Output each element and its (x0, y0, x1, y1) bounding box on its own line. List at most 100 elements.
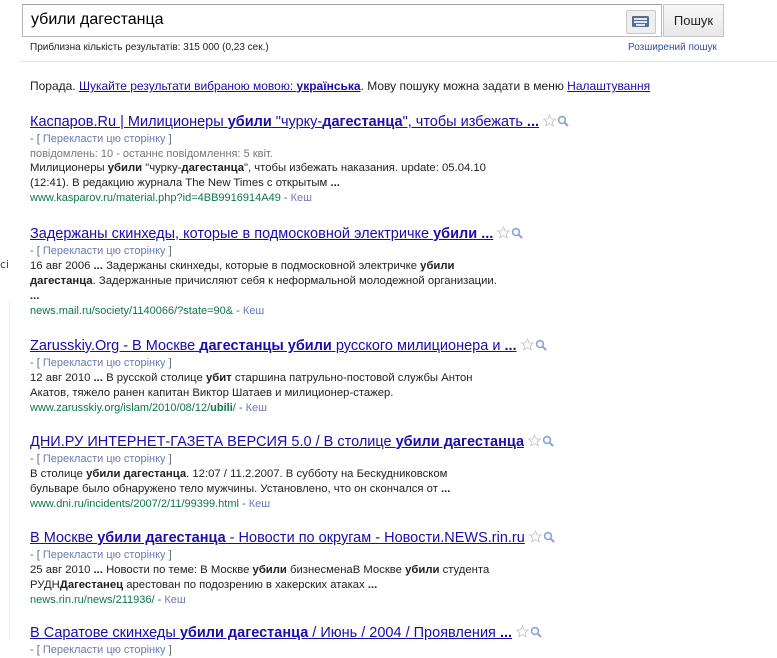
star-icon[interactable] (515, 624, 530, 638)
translate-dash: - [ (30, 357, 43, 369)
search-query[interactable]: убили дагестанца (31, 11, 164, 29)
bold-term[interactable]: дагестанца (322, 114, 402, 130)
tip-prefix: Порада. (30, 79, 79, 93)
result-url: news.mail.ru/society/1140066/?state=90& … (30, 304, 730, 319)
bold-term[interactable]: убили дагестанца (396, 434, 524, 450)
search-result: ДНИ.РУ ИНТЕРНЕТ-ГАЗЕТА ВЕРСИЯ 5.0 / В ст… (30, 433, 730, 512)
bold-term[interactable]: ... (500, 625, 512, 641)
text-run: арестован по подозрению в хакерских атак… (123, 579, 368, 591)
result-snippet-line: дагестанца. Задержанные причисляют себя … (30, 274, 570, 289)
translate-link[interactable]: Перекласти цю сторінку (43, 133, 166, 145)
result-title-link[interactable]: Задержаны скинхеды, которые в подмосковн… (30, 226, 493, 242)
star-icon[interactable] (528, 529, 543, 543)
result-title: В Москве убили дагестанца - Новости по о… (30, 529, 730, 547)
text-run[interactable]: В Москве (30, 530, 97, 546)
translate-bracket: ] (165, 245, 172, 257)
text-run[interactable]: русского милиционера и (332, 338, 505, 354)
magnifier-icon[interactable] (543, 530, 555, 543)
magnifier-icon[interactable] (535, 338, 547, 351)
translate-link[interactable]: Перекласти цю сторінку (43, 644, 166, 656)
text-run: Новости по теме: В Москве (102, 564, 253, 576)
cache-link[interactable]: Кеш (291, 192, 312, 204)
text-run: "чурку- (142, 162, 182, 174)
star-icon[interactable] (527, 433, 542, 447)
text-run[interactable]: / Июнь / 2004 / Проявления (308, 625, 500, 641)
result-snippet-line: В столице убили дагестанца. 12:07 / 11.2… (30, 467, 570, 482)
text-run: Милиционеры (30, 162, 108, 174)
magnifier-icon[interactable] (511, 226, 524, 239)
tip-middle: . Мову пошуку можна задати в меню (360, 79, 568, 93)
result-title-link[interactable]: ДНИ.РУ ИНТЕРНЕТ-ГАЗЕТА ВЕРСИЯ 5.0 / В ст… (30, 434, 524, 450)
result-title-link[interactable]: Zarusskiy.Org - В Москве дагестанцы убил… (30, 338, 517, 354)
text-run[interactable]: ДНИ.РУ ИНТЕРНЕТ-ГАЗЕТА ВЕРСИЯ 5.0 / В ст… (30, 434, 396, 450)
tip-link-text[interactable]: Шукайте результати вибраною мовою: (79, 79, 297, 93)
text-run: (12:41). В редакцию журнала The New Time… (30, 177, 331, 189)
text-run[interactable]: Каспаров.Ru | Милиционеры (30, 114, 228, 130)
url-dash: - (154, 594, 165, 606)
advanced-search-link[interactable]: Розширений пошук (628, 42, 717, 53)
bold-term: ... (93, 372, 103, 384)
bold-term[interactable]: убили дагестанца (97, 530, 225, 546)
bold-term: убили дагестанца (86, 468, 187, 480)
cache-link[interactable]: Кеш (243, 305, 264, 317)
search-button[interactable]: Пошук (663, 4, 724, 37)
magnifier-icon[interactable] (530, 625, 542, 638)
search-result: Каспаров.Ru | Милиционеры убили "чурку-д… (30, 113, 730, 206)
translate-dash: - [ (30, 644, 43, 656)
translate-dash: - [ (30, 549, 43, 561)
bold-term[interactable]: убили дагестанца (180, 625, 308, 641)
result-title-link[interactable]: В Саратове скинхеды убили дагестанца / И… (30, 625, 512, 641)
text-run[interactable]: ", чтобы избежать (403, 114, 527, 130)
result-stats: Приблизна кількість результатів: 315 000… (30, 42, 269, 53)
search-input[interactable]: убили дагестанца (22, 4, 662, 37)
keyboard-icon[interactable] (626, 10, 656, 34)
star-icon[interactable] (542, 113, 557, 127)
translate-bracket: ] (165, 133, 172, 145)
bold-term: ... (93, 564, 103, 576)
text-run[interactable]: Zarusskiy.Org - В Москве (30, 338, 199, 354)
star-icon[interactable] (496, 225, 511, 239)
text-run[interactable]: "чурку- (272, 114, 322, 130)
cache-link[interactable]: Кеш (164, 594, 185, 606)
text-run: 16 авг 2006 (30, 260, 94, 272)
tip-link-lang[interactable]: українська (297, 79, 361, 93)
text-run[interactable]: - Новости по округам - Новости.NEWS.rin.… (226, 530, 525, 546)
result-title-link[interactable]: В Москве убили дагестанца - Новости по о… (30, 530, 525, 546)
search-result: Zarusskiy.Org - В Москве дагестанцы убил… (30, 337, 730, 416)
bold-term: дагестанца (30, 275, 93, 287)
magnifier-icon[interactable] (542, 434, 554, 447)
cache-link[interactable]: Кеш (246, 402, 267, 414)
result-meta: повідомлень: 10 - останнє повідомлення: … (30, 148, 273, 160)
translate-link[interactable]: Перекласти цю сторінку (43, 549, 166, 561)
translate-link[interactable]: Перекласти цю сторінку (43, 245, 166, 257)
left-edge: ci (0, 0, 10, 642)
result-title-link[interactable]: Каспаров.Ru | Милиционеры убили "чурку-д… (30, 114, 539, 130)
bold-term[interactable]: дагестанцы убили (199, 338, 332, 354)
translate-row: - [ Перекласти цю сторінку ] (30, 643, 730, 658)
translate-link[interactable]: Перекласти цю сторінку (43, 453, 166, 465)
bold-term[interactable]: убили (228, 114, 272, 130)
tip-language-link[interactable]: Шукайте результати вибраною мовою: украї… (79, 79, 361, 93)
translate-link[interactable]: Перекласти цю сторінку (43, 357, 166, 369)
translate-bracket: ] (165, 357, 172, 369)
settings-link[interactable]: Налаштування (567, 79, 650, 93)
result-url: www.kasparov.ru/material.php?id=4BB99169… (30, 191, 730, 206)
bold-term[interactable]: ... (504, 338, 516, 354)
translate-dash: - [ (30, 245, 43, 257)
text-run[interactable]: Задержаны скинхеды, которые в подмосковн… (30, 226, 433, 242)
url-dash: - (233, 305, 243, 317)
side-divider (9, 300, 10, 640)
star-icon[interactable] (519, 337, 535, 351)
url-dash: - (280, 192, 291, 204)
bold-term[interactable]: ... (527, 114, 539, 130)
text-run[interactable]: В Саратове скинхеды (30, 625, 180, 641)
result-url: www.zarusskiy.org/islam/2010/08/12/ubili… (30, 401, 730, 416)
bold-term[interactable]: убили ... (433, 226, 493, 242)
header-divider (20, 61, 777, 62)
text-run: 12 авг 2010 (30, 372, 94, 384)
bold-term: дагестанца (181, 162, 244, 174)
translate-dash: - [ (30, 133, 43, 145)
cache-link[interactable]: Кеш (249, 498, 270, 510)
magnifier-icon[interactable] (557, 114, 569, 127)
bold-term: убили (252, 564, 287, 576)
